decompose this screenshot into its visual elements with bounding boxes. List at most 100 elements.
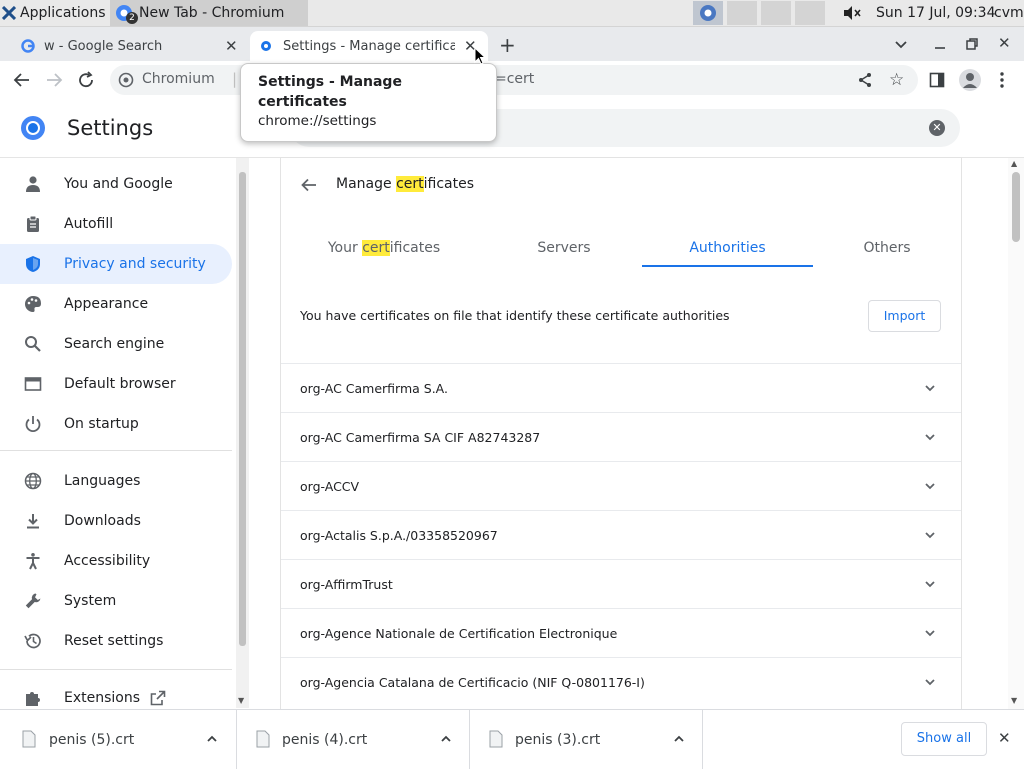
download-icon	[24, 512, 42, 530]
accessibility-icon	[24, 552, 42, 570]
back-arrow-icon[interactable]	[300, 176, 318, 198]
clear-search-icon[interactable]: ✕	[929, 120, 945, 136]
chevron-up-icon[interactable]	[672, 732, 686, 750]
chrome-logo-icon	[20, 115, 46, 145]
authority-name: org-Agence Nationale de Certification El…	[300, 625, 618, 641]
xfce-logo-icon	[2, 6, 16, 20]
sidebar-item-on-startup[interactable]: On startup	[0, 404, 232, 444]
kebab-menu-icon[interactable]	[996, 71, 1008, 93]
authority-row[interactable]: org-Agence Nationale de Certification El…	[281, 608, 961, 657]
puzzle-icon	[24, 689, 42, 707]
tab-settings[interactable]: Settings - Manage certifica ✕	[250, 31, 488, 61]
authority-row[interactable]: org-Agencia Catalana de Certificacio (NI…	[281, 657, 961, 706]
authority-row[interactable]: org-AC Camerfirma SA CIF A82743287	[281, 412, 961, 461]
expand-chevron-icon[interactable]	[923, 625, 937, 639]
settings-title: Settings	[67, 116, 154, 140]
applications-label: Applications	[20, 5, 106, 21]
authority-row[interactable]: org-ACCV	[281, 461, 961, 510]
close-window-icon[interactable]: ✕	[998, 34, 1011, 52]
side-panel-icon[interactable]	[929, 72, 945, 92]
expand-chevron-icon[interactable]	[923, 429, 937, 443]
clock[interactable]: Sun 17 Jul, 09:34	[876, 0, 996, 26]
authority-row[interactable]: org-AC Camerfirma S.A.	[281, 363, 961, 412]
expand-chevron-icon[interactable]	[923, 576, 937, 590]
workspace-1[interactable]	[693, 1, 723, 25]
sidebar-item-label: Default browser	[64, 376, 176, 392]
authority-name: org-Agencia Catalana de Certificacio (NI…	[300, 674, 645, 690]
sidebar-item-downloads[interactable]: Downloads	[0, 501, 232, 541]
main-scroll-thumb[interactable]	[1012, 172, 1020, 242]
sidebar-item-privacy-and-security[interactable]: Privacy and security	[0, 244, 232, 284]
workspace-3[interactable]	[761, 1, 791, 25]
scroll-down-arrow-icon[interactable]: ▼	[238, 696, 244, 705]
sidebar-item-accessibility[interactable]: Accessibility	[0, 541, 232, 581]
mute-volume-icon[interactable]	[842, 0, 862, 26]
download-filename: penis (5).crt	[49, 731, 135, 748]
expand-chevron-icon[interactable]	[923, 380, 937, 394]
share-icon[interactable]	[857, 72, 873, 92]
bookmark-star-icon[interactable]: ☆	[889, 70, 904, 90]
workspace-4[interactable]	[795, 1, 825, 25]
page-title: Manage certificates	[336, 176, 475, 192]
sidebar-item-autofill[interactable]: Autofill	[0, 204, 232, 244]
tab-others[interactable]: Others	[837, 240, 937, 256]
sidebar-item-reset-settings[interactable]: Reset settings	[0, 621, 232, 661]
close-tab-icon[interactable]: ✕	[225, 37, 238, 55]
download-item[interactable]: penis (4).crt	[236, 710, 470, 769]
scroll-up-arrow-icon[interactable]: ▲	[1011, 159, 1017, 168]
url-text: =cert	[495, 71, 535, 87]
chevron-up-icon[interactable]	[439, 732, 453, 750]
main-scrollbar[interactable]: ▲ ▼	[1008, 158, 1024, 710]
authority-row[interactable]: org-Actalis S.p.A./03358520967	[281, 510, 961, 559]
minimize-icon[interactable]	[933, 36, 947, 55]
file-icon	[256, 730, 270, 752]
chromium-site-icon	[118, 72, 134, 92]
taskbar-window-chromium[interactable]: 2 New Tab - Chromium	[110, 0, 308, 26]
expand-chevron-icon[interactable]	[923, 527, 937, 541]
profile-avatar-icon[interactable]	[959, 69, 981, 91]
tab-title: w - Google Search	[44, 38, 163, 54]
expand-chevron-icon[interactable]	[923, 674, 937, 688]
authority-row[interactable]: org-AffirmTrust	[281, 559, 961, 608]
tab-authorities[interactable]: Authorities	[642, 240, 813, 256]
sidebar-item-default-browser[interactable]: Default browser	[0, 364, 232, 404]
applications-menu[interactable]: Applications ⁝	[2, 0, 114, 26]
chevron-up-icon[interactable]	[205, 732, 219, 750]
sidebar-item-languages[interactable]: Languages	[0, 461, 232, 501]
download-filename: penis (4).crt	[282, 731, 368, 748]
sidebar-item-label: System	[64, 593, 117, 609]
tab-your-certificates[interactable]: Your certificates	[311, 240, 457, 256]
forward-arrow-icon[interactable]	[45, 71, 63, 93]
sidebar-scrollbar[interactable]: ▼	[236, 158, 249, 708]
sidebar-item-search-engine[interactable]: Search engine	[0, 324, 232, 364]
authority-name: org-ACCV	[300, 478, 360, 494]
sidebar-item-extensions[interactable]: Extensions	[0, 678, 232, 708]
download-item[interactable]: penis (3).crt	[469, 710, 703, 769]
power-icon	[24, 415, 42, 433]
sidebar-item-appearance[interactable]: Appearance	[0, 284, 232, 324]
sidebar-item-system[interactable]: System	[0, 581, 232, 621]
new-tab-icon[interactable]: +	[499, 33, 516, 57]
close-download-shelf-icon[interactable]: ✕	[998, 729, 1011, 747]
user-name[interactable]: cvm	[994, 0, 1024, 26]
address-bar[interactable]: Chromium | =cert	[110, 65, 918, 95]
workspace-2[interactable]	[727, 1, 757, 25]
sidebar-item-you-and-google[interactable]: You and Google	[0, 164, 232, 204]
browser-toolbar: Chromium | =cert ☆	[0, 61, 1024, 99]
show-all-button[interactable]: Show all	[901, 722, 987, 756]
authority-name: org-AffirmTrust	[300, 576, 393, 592]
tab-search-chevron-icon[interactable]	[894, 36, 908, 55]
scroll-down-arrow-icon[interactable]: ▼	[1011, 696, 1017, 705]
back-arrow-icon[interactable]	[13, 71, 31, 93]
file-icon	[489, 730, 503, 752]
tab-servers[interactable]: Servers	[511, 240, 617, 256]
import-button[interactable]: Import	[868, 300, 941, 332]
sidebar-scroll-thumb[interactable]	[239, 172, 246, 646]
sidebar-divider	[0, 450, 232, 451]
reload-icon[interactable]	[77, 71, 95, 93]
sidebar-item-label: On startup	[64, 416, 139, 432]
restore-icon[interactable]	[965, 36, 979, 55]
download-item[interactable]: penis (5).crt	[0, 710, 237, 769]
tab-google-search[interactable]: w - Google Search ✕	[12, 31, 248, 61]
expand-chevron-icon[interactable]	[923, 478, 937, 492]
